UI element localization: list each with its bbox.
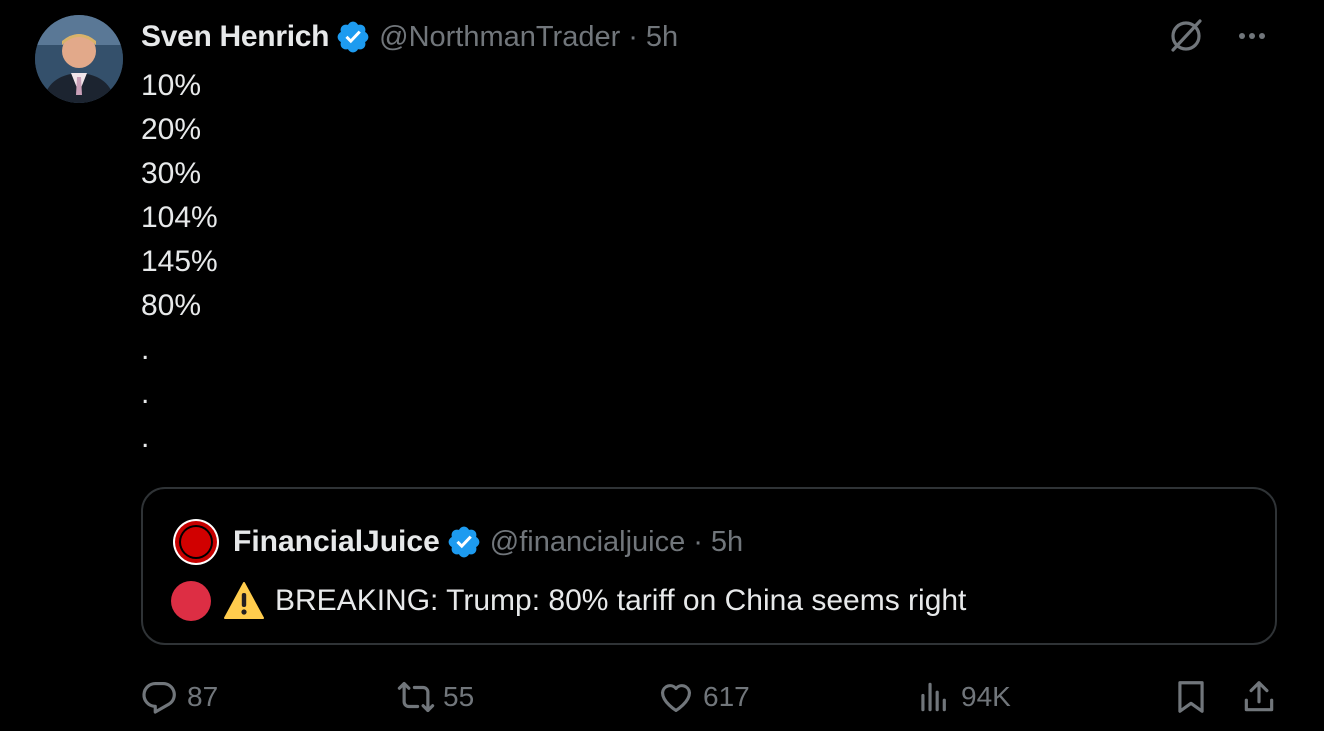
share-button[interactable] [1240, 678, 1278, 716]
view-count: 94K [961, 681, 1011, 712]
like-count: 617 [703, 681, 750, 712]
views-button[interactable]: 94K [915, 672, 1011, 722]
verified-badge-icon[interactable] [335, 19, 371, 55]
avatar-image [35, 15, 123, 103]
quoted-tweet[interactable]: FinancialJuice @financialjuice · 5h BREA… [141, 487, 1277, 645]
grok-icon[interactable] [1166, 16, 1206, 56]
author-display-name[interactable]: Sven Henrich [141, 20, 329, 54]
like-button[interactable]: 617 [657, 672, 750, 722]
repost-button[interactable]: 55 [397, 672, 474, 722]
heart-icon [660, 684, 692, 713]
repost-count: 55 [443, 681, 475, 712]
warning-icon [224, 582, 264, 619]
quoted-tweet-text: BREAKING: Trump: 80% tariff on China see… [171, 575, 966, 627]
tweet-text-line: 104% [141, 201, 218, 234]
bookmark-button[interactable] [1172, 678, 1210, 716]
repost-icon [397, 681, 435, 713]
analytics-icon [921, 682, 946, 712]
more-icon[interactable] [1232, 16, 1272, 56]
author-handle[interactable]: @NorthmanTrader [379, 21, 620, 54]
tweet-top-actions [1166, 16, 1272, 56]
share-icon [1244, 681, 1274, 712]
tweet-text-line: 20% [141, 113, 202, 146]
tweet-text-line: . [141, 333, 150, 366]
reply-icon [142, 681, 176, 714]
tweet-text-line: 145% [141, 245, 218, 278]
bookmark-icon [1178, 681, 1204, 713]
tweet-text-line: 10% [141, 69, 202, 102]
quoted-display-name: FinancialJuice [233, 525, 440, 558]
quoted-tweet-header: FinancialJuice @financialjuice · 5h [171, 515, 743, 569]
quoted-timestamp: 5h [710, 525, 744, 558]
timestamp[interactable]: 5h [646, 21, 678, 54]
tweet-text-line: . [141, 377, 150, 410]
tweet-action-bar: 87 55 617 94K [0, 672, 1324, 722]
red-circle-icon [171, 581, 211, 621]
separator-dot: · [628, 20, 638, 53]
quoted-text-content: BREAKING: Trump: 80% tariff on China see… [275, 584, 967, 617]
tweet-header: Sven Henrich @NorthmanTrader · 5h [141, 16, 678, 58]
tweet-text: 10% 20% 30% 104% 145% 80% . . . [141, 64, 218, 460]
reply-button[interactable]: 87 [141, 672, 218, 722]
tweet-text-line: . [141, 421, 150, 454]
tweet-text-line: 30% [141, 157, 202, 190]
tweet-text-line: 80% [141, 289, 202, 322]
verified-badge-icon [448, 526, 480, 558]
quoted-handle: @financialjuice [489, 525, 686, 558]
reply-count: 87 [187, 681, 219, 712]
separator-dot: · [693, 525, 703, 558]
avatar[interactable] [35, 15, 123, 103]
quoted-avatar[interactable] [171, 517, 221, 567]
